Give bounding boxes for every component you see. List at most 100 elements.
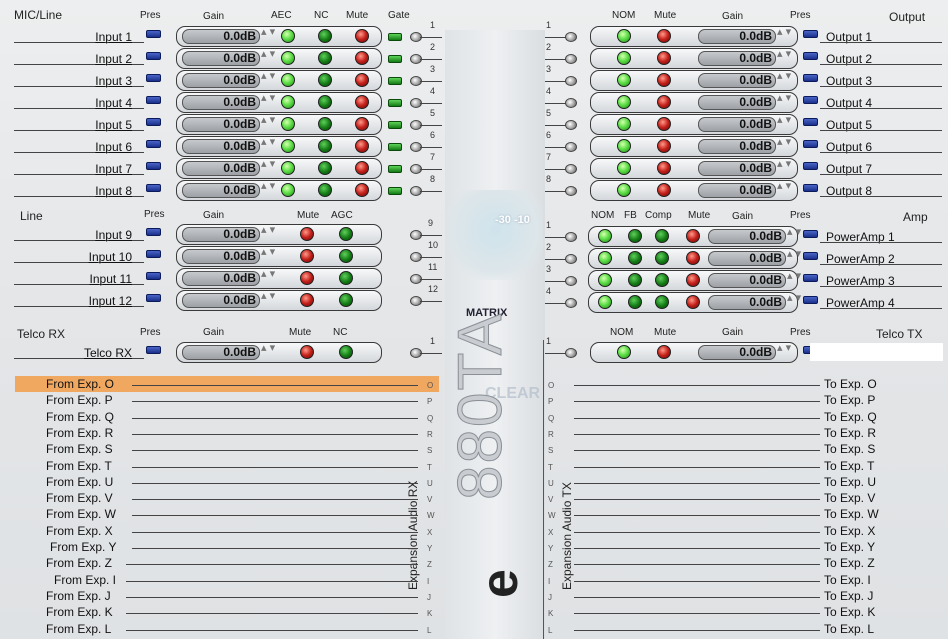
- nom-led[interactable]: [598, 273, 612, 287]
- nc-led[interactable]: [339, 345, 353, 359]
- input-label[interactable]: Input 2: [60, 52, 132, 66]
- nc-led[interactable]: [318, 161, 332, 175]
- gain-field[interactable]: 0.0dB: [182, 227, 260, 242]
- aec-led[interactable]: [281, 51, 295, 65]
- from-exp-label[interactable]: From Exp. U: [46, 475, 113, 489]
- gain-spin-icon[interactable]: ▴ ▾: [777, 71, 791, 82]
- gain-field[interactable]: 0.0dB: [182, 293, 260, 308]
- gain-field[interactable]: 0.0dB: [182, 73, 260, 88]
- nc-led[interactable]: [318, 29, 332, 43]
- mute-led[interactable]: [355, 73, 369, 87]
- gain-field[interactable]: 0.0dB: [182, 51, 260, 66]
- mute-led[interactable]: [657, 161, 671, 175]
- to-exp-label[interactable]: To Exp. I: [824, 573, 871, 587]
- gain-spin-icon[interactable]: ▴ ▾: [261, 225, 275, 236]
- aec-led[interactable]: [281, 73, 295, 87]
- nom-led[interactable]: [598, 295, 612, 309]
- mute-led[interactable]: [686, 229, 700, 243]
- from-exp-label[interactable]: From Exp. P: [46, 393, 113, 407]
- agc-led[interactable]: [339, 271, 353, 285]
- gain-spin-icon[interactable]: ▴ ▾: [777, 27, 791, 38]
- gain-field[interactable]: 0.0dB: [698, 29, 776, 44]
- to-exp-label[interactable]: To Exp. Q: [824, 410, 877, 424]
- input-label[interactable]: Input 3: [60, 74, 132, 88]
- to-exp-label[interactable]: To Exp. J: [824, 589, 873, 603]
- mute-led[interactable]: [300, 249, 314, 263]
- nom-led[interactable]: [598, 229, 612, 243]
- route-knob[interactable]: [565, 76, 577, 86]
- nom-led[interactable]: [617, 73, 631, 87]
- from-exp-label[interactable]: From Exp. Z: [46, 556, 112, 570]
- mute-led[interactable]: [657, 73, 671, 87]
- gain-field[interactable]: 0.0dB: [182, 345, 260, 360]
- input-label[interactable]: Input 8: [60, 184, 132, 198]
- gain-spin-icon[interactable]: ▴ ▾: [261, 247, 275, 258]
- gain-field[interactable]: 0.0dB: [182, 139, 260, 154]
- nc-led[interactable]: [318, 139, 332, 153]
- gain-spin-icon[interactable]: ▴ ▾: [777, 93, 791, 104]
- fb-led[interactable]: [628, 229, 642, 243]
- mute-led[interactable]: [300, 271, 314, 285]
- comp-led[interactable]: [655, 273, 669, 287]
- gain-field[interactable]: 0.0dB: [708, 229, 786, 244]
- gain-spin-icon[interactable]: ▴ ▾: [261, 181, 275, 192]
- to-exp-label[interactable]: To Exp. O: [824, 377, 877, 391]
- gain-spin-icon[interactable]: ▴ ▾: [777, 343, 791, 354]
- nom-led[interactable]: [617, 51, 631, 65]
- nom-led[interactable]: [617, 161, 631, 175]
- mute-led[interactable]: [300, 227, 314, 241]
- from-exp-label[interactable]: From Exp. T: [46, 459, 112, 473]
- gain-field[interactable]: 0.0dB: [708, 273, 786, 288]
- to-exp-label[interactable]: To Exp. L: [824, 622, 874, 636]
- mute-led[interactable]: [355, 139, 369, 153]
- from-exp-label[interactable]: From Exp. S: [46, 442, 113, 456]
- input-label[interactable]: Input 6: [60, 140, 132, 154]
- route-knob[interactable]: [565, 298, 577, 308]
- mute-led[interactable]: [355, 183, 369, 197]
- gain-field[interactable]: 0.0dB: [698, 117, 776, 132]
- input-label[interactable]: Input 7: [60, 162, 132, 176]
- route-knob[interactable]: [565, 164, 577, 174]
- mute-led[interactable]: [657, 117, 671, 131]
- mute-led[interactable]: [300, 293, 314, 307]
- gain-spin-icon[interactable]: ▴ ▾: [261, 115, 275, 126]
- gain-spin-icon[interactable]: ▴ ▾: [777, 181, 791, 192]
- gain-spin-icon[interactable]: ▴ ▾: [777, 115, 791, 126]
- route-knob[interactable]: [565, 54, 577, 64]
- fb-led[interactable]: [628, 273, 642, 287]
- gain-spin-icon[interactable]: ▴ ▾: [261, 269, 275, 280]
- nom-led[interactable]: [617, 117, 631, 131]
- nom-led[interactable]: [617, 95, 631, 109]
- route-knob[interactable]: [565, 32, 577, 42]
- aec-led[interactable]: [281, 95, 295, 109]
- mute-led[interactable]: [686, 273, 700, 287]
- to-exp-label[interactable]: To Exp. P: [824, 393, 875, 407]
- gain-spin-icon[interactable]: ▴ ▾: [787, 227, 801, 238]
- to-exp-label[interactable]: To Exp. V: [824, 491, 875, 505]
- gain-spin-icon[interactable]: ▴ ▾: [261, 137, 275, 148]
- nom-led[interactable]: [617, 183, 631, 197]
- mute-led[interactable]: [355, 117, 369, 131]
- mute-led[interactable]: [355, 161, 369, 175]
- aec-led[interactable]: [281, 139, 295, 153]
- gain-spin-icon[interactable]: ▴ ▾: [261, 159, 275, 170]
- route-knob[interactable]: [565, 276, 577, 286]
- gain-field[interactable]: 0.0dB: [182, 95, 260, 110]
- fb-led[interactable]: [628, 251, 642, 265]
- nom-led[interactable]: [617, 139, 631, 153]
- fb-led[interactable]: [628, 295, 642, 309]
- gain-spin-icon[interactable]: ▴ ▾: [261, 71, 275, 82]
- gain-field[interactable]: 0.0dB: [182, 183, 260, 198]
- from-exp-label[interactable]: From Exp. L: [46, 622, 111, 636]
- from-exp-label[interactable]: From Exp. Q: [46, 410, 114, 424]
- gain-field[interactable]: 0.0dB: [182, 29, 260, 44]
- gain-spin-icon[interactable]: ▴ ▾: [777, 137, 791, 148]
- nom-led[interactable]: [617, 29, 631, 43]
- mute-led[interactable]: [657, 95, 671, 109]
- aec-led[interactable]: [281, 183, 295, 197]
- agc-led[interactable]: [339, 227, 353, 241]
- nc-led[interactable]: [318, 73, 332, 87]
- nc-led[interactable]: [318, 183, 332, 197]
- gain-field[interactable]: 0.0dB: [708, 251, 786, 266]
- agc-led[interactable]: [339, 293, 353, 307]
